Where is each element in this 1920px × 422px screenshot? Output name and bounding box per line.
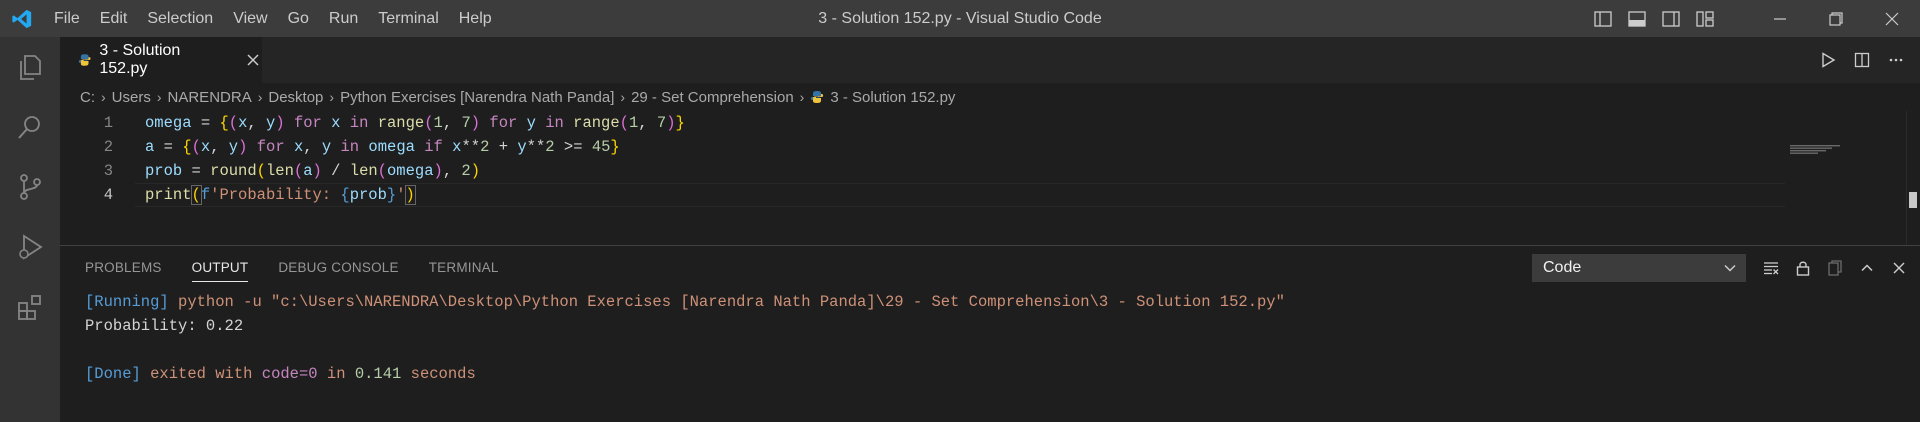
vscode-logo-icon (0, 0, 44, 37)
activity-bar (0, 37, 60, 422)
breadcrumb-item[interactable]: C: (80, 89, 95, 106)
maximize-panel-icon[interactable] (1856, 254, 1878, 282)
toggle-primary-sidebar-icon[interactable] (1586, 0, 1620, 37)
result-text: Probability: 0.22 (85, 317, 244, 335)
python-file-icon (78, 54, 91, 66)
current-line-highlight (135, 183, 1785, 207)
split-editor-icon[interactable] (1848, 46, 1876, 74)
title-controls (1586, 0, 1920, 37)
source-control-icon[interactable] (0, 157, 60, 217)
line-number: 2 (103, 138, 113, 156)
running-tag: [Running] (85, 293, 169, 311)
code-line: 1 omega = {(x, y) for x in range(1, 7) f… (60, 111, 1920, 135)
output-channel-select[interactable]: Code (1532, 254, 1746, 282)
line-number: 1 (103, 114, 113, 132)
code-line: 3 prob = round(len(a) / len(omega), 2) (60, 159, 1920, 183)
code-text: omega = {(x, y) for x in range(1, 7) for… (145, 114, 685, 132)
search-icon[interactable] (0, 97, 60, 157)
menu-bar: File Edit Selection View Go Run Terminal… (44, 0, 502, 37)
menu-go[interactable]: Go (278, 0, 319, 37)
breadcrumb-item[interactable]: 29 - Set Comprehension (631, 89, 794, 106)
lock-scroll-icon[interactable] (1792, 254, 1814, 282)
done-tag: [Done] (85, 365, 141, 383)
toggle-secondary-sidebar-icon[interactable] (1654, 0, 1688, 37)
running-command: python -u "c:\Users\NARENDRA\Desktop\Pyt… (178, 293, 1285, 311)
menu-file[interactable]: File (44, 0, 90, 37)
editor-group: 3 - Solution 152.py C: › Users › NARENDR… (60, 37, 1920, 245)
chevron-right-icon: › (620, 89, 626, 105)
chevron-right-icon: › (101, 89, 106, 105)
output-line-empty (85, 338, 1920, 362)
code-editor[interactable]: 1 omega = {(x, y) for x in range(1, 7) f… (60, 111, 1920, 207)
output-channel-value: Code (1543, 259, 1582, 276)
breadcrumb-item[interactable]: NARENDRA (168, 89, 252, 106)
close-panel-icon[interactable] (1888, 254, 1910, 282)
more-actions-icon[interactable] (1882, 46, 1910, 74)
panel-actions: Code (1532, 246, 1910, 290)
code-line-active: 4 print(f'Probability: {prob}') (60, 183, 1920, 207)
exit-code: code=0 (261, 365, 318, 383)
tab-label: 3 - Solution 152.py (99, 42, 181, 77)
editor-tab-solution-152[interactable]: 3 - Solution 152.py (60, 37, 262, 83)
done-exited-text: exited with (150, 365, 253, 383)
menu-selection[interactable]: Selection (137, 0, 223, 37)
customize-layout-icon[interactable] (1688, 0, 1722, 37)
output-line-running: [Running] python -u "c:\Users\NARENDRA\D… (85, 290, 1920, 314)
menu-help[interactable]: Help (449, 0, 502, 37)
breadcrumb-item[interactable]: Python Exercises [Narendra Nath Panda] (340, 89, 614, 106)
scrollbar-cursor-marker (1909, 192, 1917, 208)
breadcrumb-item-file[interactable]: 3 - Solution 152.py (830, 89, 955, 106)
menu-edit[interactable]: Edit (90, 0, 138, 37)
elapsed-time: 0.141 (354, 365, 402, 383)
toggle-panel-icon[interactable] (1620, 0, 1654, 37)
restore-icon[interactable] (1808, 0, 1864, 37)
tab-debug-console[interactable]: DEBUG CONSOLE (278, 246, 398, 290)
chevron-down-icon (1724, 264, 1736, 272)
vertical-scrollbar[interactable] (1906, 111, 1920, 245)
chevron-right-icon: › (799, 89, 805, 105)
menu-view[interactable]: View (223, 0, 277, 37)
line-number: 4 (103, 186, 113, 204)
output-line-result: Probability: 0.22 (85, 314, 1920, 338)
menu-run[interactable]: Run (319, 0, 368, 37)
done-in-text: in (326, 365, 346, 383)
breadcrumb: C: › Users › NARENDRA › Desktop › Python… (60, 83, 1920, 111)
tab-terminal[interactable]: TERMINAL (429, 246, 499, 290)
run-debug-icon[interactable] (0, 217, 60, 277)
editor-actions (1814, 37, 1910, 83)
tab-output[interactable]: OUTPUT (191, 246, 249, 290)
chevron-right-icon: › (329, 89, 335, 105)
tab-problems[interactable]: PROBLEMS (85, 246, 162, 290)
code-text: prob = round(len(a) / len(omega), 2) (145, 162, 481, 180)
minimize-icon[interactable] (1752, 0, 1808, 37)
minimap[interactable] (1790, 145, 1850, 155)
run-file-icon[interactable] (1814, 46, 1842, 74)
python-file-icon (811, 91, 824, 103)
bottom-panel: PROBLEMS OUTPUT DEBUG CONSOLE TERMINAL C… (60, 245, 1920, 422)
output-content[interactable]: [Running] python -u "c:\Users\NARENDRA\D… (60, 290, 1920, 386)
clear-output-icon[interactable] (1760, 254, 1782, 282)
output-line-done: [Done] exited with code=0 in 0.141 secon… (85, 362, 1920, 386)
line-number: 3 (103, 162, 113, 180)
done-seconds-text: seconds (410, 365, 476, 383)
breadcrumb-item[interactable]: Users (112, 89, 151, 106)
title-bar: File Edit Selection View Go Run Terminal… (0, 0, 1920, 37)
editor-tab-bar: 3 - Solution 152.py (60, 37, 1920, 83)
breadcrumb-item[interactable]: Desktop (268, 89, 323, 106)
menu-terminal[interactable]: Terminal (368, 0, 448, 37)
chevron-right-icon: › (156, 89, 162, 105)
code-line: 2 a = {(x, y) for x, y in omega if x**2 … (60, 135, 1920, 159)
close-window-icon[interactable] (1864, 0, 1920, 37)
panel-header: PROBLEMS OUTPUT DEBUG CONSOLE TERMINAL C… (60, 246, 1920, 290)
files-icon[interactable] (0, 37, 60, 97)
chevron-right-icon: › (257, 89, 263, 105)
tab-close-icon[interactable] (245, 51, 262, 69)
open-log-file-icon[interactable] (1824, 254, 1846, 282)
extensions-icon[interactable] (0, 277, 60, 337)
code-text: a = {(x, y) for x, y in omega if x**2 + … (145, 138, 620, 156)
